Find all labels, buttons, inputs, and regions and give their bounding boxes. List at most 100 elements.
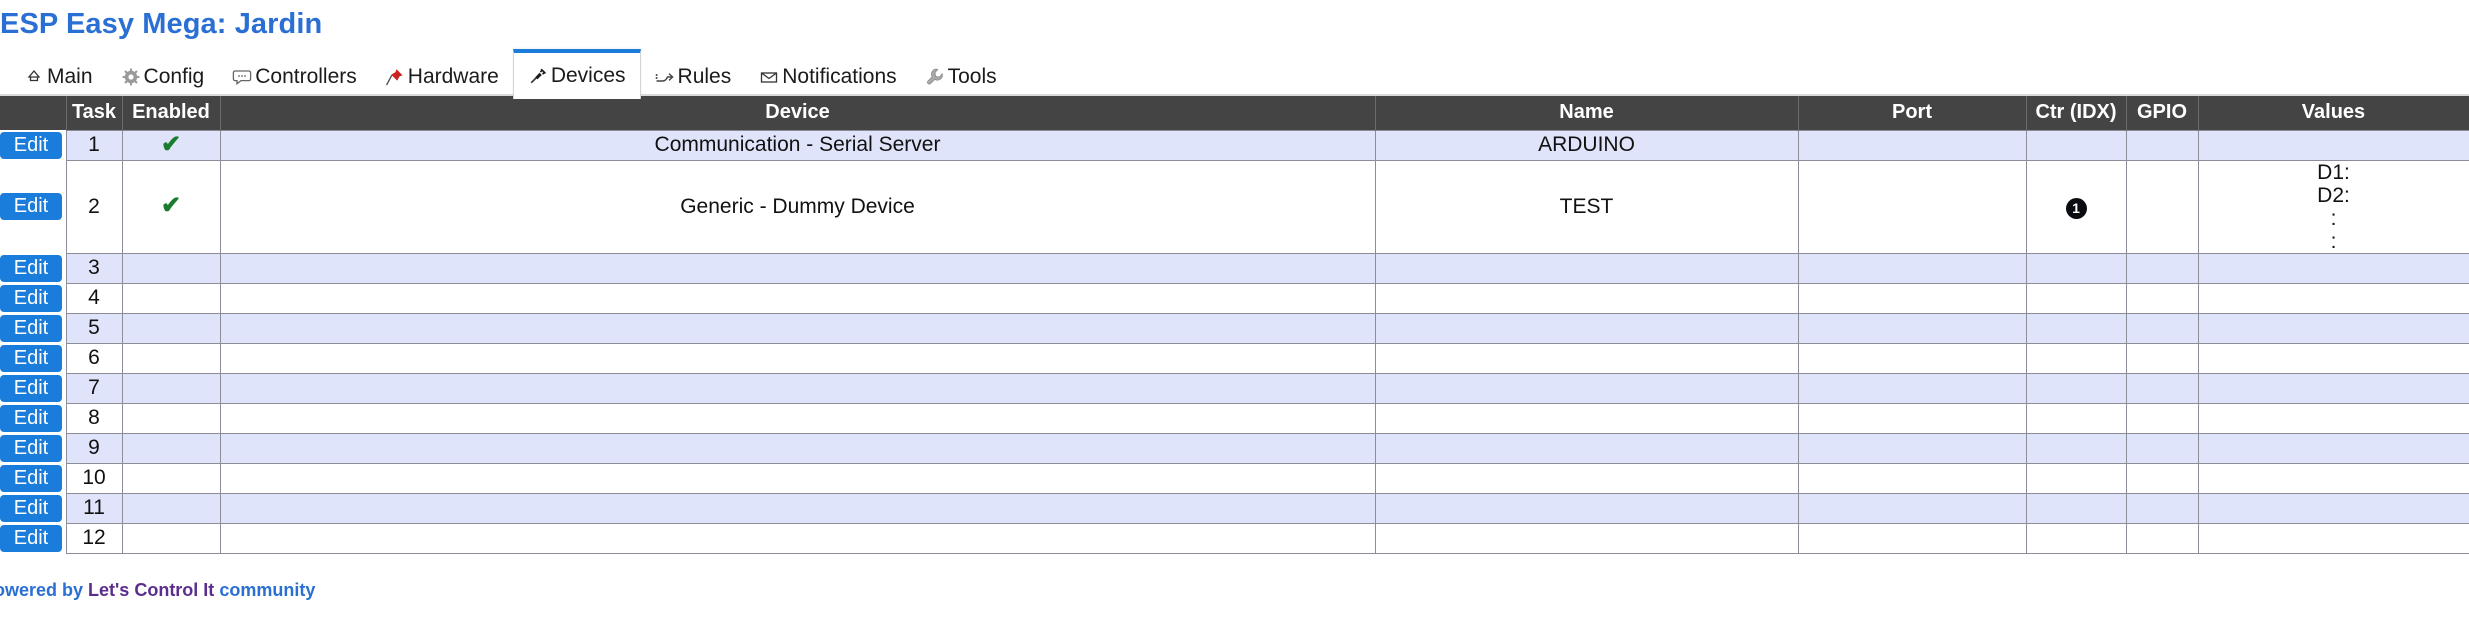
devices-table-head: Task Enabled Device Name Port Ctr (IDX) … bbox=[0, 96, 2469, 130]
ctr-idx-cell bbox=[2025, 462, 2127, 494]
nav-tab-label: Devices bbox=[550, 64, 626, 87]
table-row: Edit 5 bbox=[0, 312, 2469, 344]
device-cell bbox=[219, 372, 1376, 404]
task-cell: 7 bbox=[65, 372, 123, 404]
port-cell bbox=[1797, 342, 2027, 374]
column-header-values: Values bbox=[2197, 96, 2469, 130]
controller-index-badge: 1 bbox=[2065, 197, 2087, 219]
enabled-cell bbox=[121, 282, 221, 314]
edit-cell: Edit bbox=[0, 313, 66, 343]
values-cell bbox=[2197, 492, 2469, 524]
table-row: Edit 10 bbox=[0, 462, 2469, 494]
values-cell bbox=[2197, 312, 2469, 344]
column-header-name: Name bbox=[1374, 96, 1799, 130]
name-cell bbox=[1374, 282, 1799, 314]
plug-icon bbox=[528, 66, 548, 86]
values-cell bbox=[2197, 129, 2469, 161]
name-cell bbox=[1374, 462, 1799, 494]
edit-button[interactable]: Edit bbox=[0, 131, 62, 159]
edit-cell: Edit bbox=[0, 373, 66, 403]
device-cell: Generic - Dummy Device bbox=[219, 159, 1376, 254]
gpio-cell bbox=[2125, 372, 2199, 404]
gpio-cell bbox=[2125, 432, 2199, 464]
enabled-cell bbox=[121, 342, 221, 374]
edit-button[interactable]: Edit bbox=[0, 193, 62, 220]
name-cell bbox=[1374, 432, 1799, 464]
values-cell bbox=[2197, 252, 2469, 284]
nav-tab-notifications[interactable]: Notifications bbox=[745, 58, 910, 96]
device-cell bbox=[219, 312, 1376, 344]
enabled-cell bbox=[121, 462, 221, 494]
edit-button[interactable]: Edit bbox=[0, 434, 62, 462]
enabled-cell: ✔ bbox=[121, 159, 221, 254]
edit-cell: Edit bbox=[0, 130, 66, 160]
name-cell bbox=[1374, 372, 1799, 404]
task-cell: 6 bbox=[65, 342, 123, 374]
name-cell bbox=[1374, 312, 1799, 344]
port-cell bbox=[1797, 402, 2027, 434]
home-icon bbox=[24, 67, 44, 87]
table-row: Edit 1 ✔ Communication - Serial Server ARDUI… bbox=[0, 129, 2469, 161]
task-cell: 12 bbox=[65, 522, 123, 554]
footer-brand-link[interactable]: Let's Control It bbox=[88, 580, 214, 600]
table-row: Edit 2 ✔ Generic - Dummy Device TEST 1 D1: D2::… bbox=[0, 159, 2469, 254]
nav-tab-hardware[interactable]: Hardware bbox=[371, 58, 513, 96]
ctr-idx-cell bbox=[2025, 522, 2127, 554]
column-header-actions bbox=[0, 96, 67, 130]
edit-button[interactable]: Edit bbox=[0, 464, 62, 492]
gpio-cell bbox=[2125, 312, 2199, 344]
devices-page: ESP Easy Mega: Jardin Main Config Controll… bbox=[0, 0, 2469, 619]
values-cell: D1: D2::: bbox=[2197, 159, 2469, 254]
device-cell bbox=[219, 522, 1376, 554]
envelope-icon bbox=[759, 67, 779, 87]
edit-button[interactable]: Edit bbox=[0, 254, 62, 282]
nav-tab-label: Rules bbox=[677, 65, 732, 88]
task-cell: 9 bbox=[65, 432, 123, 464]
footer-suffix: community bbox=[214, 580, 316, 600]
page-title: ESP Easy Mega: Jardin bbox=[0, 8, 323, 40]
values-cell bbox=[2197, 282, 2469, 314]
edit-cell: Edit bbox=[0, 433, 66, 463]
column-header-port: Port bbox=[1797, 96, 2027, 130]
ctr-idx-cell bbox=[2025, 492, 2127, 524]
column-header-enabled: Enabled bbox=[121, 96, 221, 130]
port-cell bbox=[1797, 159, 2027, 254]
nav-tab-tools[interactable]: Tools bbox=[911, 58, 1011, 96]
devices-table-header-row: Task Enabled Device Name Port Ctr (IDX) … bbox=[0, 96, 2469, 130]
nav-tab-main[interactable]: Main bbox=[10, 58, 107, 96]
value-line: D1: bbox=[2317, 160, 2350, 184]
enabled-cell: ✔ bbox=[121, 129, 221, 161]
values-cell bbox=[2197, 462, 2469, 494]
nav-tab-controllers[interactable]: Controllers bbox=[218, 58, 371, 96]
device-cell bbox=[219, 282, 1376, 314]
port-cell bbox=[1797, 282, 2027, 314]
value-line: : bbox=[2330, 229, 2337, 253]
gpio-cell bbox=[2125, 402, 2199, 434]
gpio-cell bbox=[2125, 342, 2199, 374]
device-cell bbox=[219, 252, 1376, 284]
ctr-idx-cell bbox=[2025, 312, 2127, 344]
nav-tab-list: Main Config Controllers Hardware Devices Rule… bbox=[10, 49, 1011, 99]
ctr-idx-cell bbox=[2025, 129, 2127, 161]
edit-button[interactable]: Edit bbox=[0, 284, 62, 312]
edit-cell: Edit bbox=[0, 523, 66, 553]
name-cell bbox=[1374, 492, 1799, 524]
device-cell bbox=[219, 342, 1376, 374]
port-cell bbox=[1797, 522, 2027, 554]
ctr-idx-cell bbox=[2025, 372, 2127, 404]
edit-button[interactable]: Edit bbox=[0, 314, 62, 342]
enabled-cell bbox=[121, 492, 221, 524]
nav-tab-devices[interactable]: Devices bbox=[512, 49, 641, 99]
column-header-task: Task bbox=[65, 96, 123, 130]
nav-tab-rules[interactable]: Rules bbox=[641, 58, 746, 96]
edit-button[interactable]: Edit bbox=[0, 344, 62, 372]
nav-tab-config[interactable]: Config bbox=[107, 58, 219, 96]
edit-button[interactable]: Edit bbox=[0, 494, 62, 522]
edit-button[interactable]: Edit bbox=[0, 524, 62, 552]
ctr-idx-cell bbox=[2025, 432, 2127, 464]
edit-button[interactable]: Edit bbox=[0, 374, 62, 402]
table-row: Edit 4 bbox=[0, 282, 2469, 314]
main-navigation: Main Config Controllers Hardware Devices Rule… bbox=[0, 49, 2469, 99]
name-cell bbox=[1374, 342, 1799, 374]
edit-button[interactable]: Edit bbox=[0, 404, 62, 432]
